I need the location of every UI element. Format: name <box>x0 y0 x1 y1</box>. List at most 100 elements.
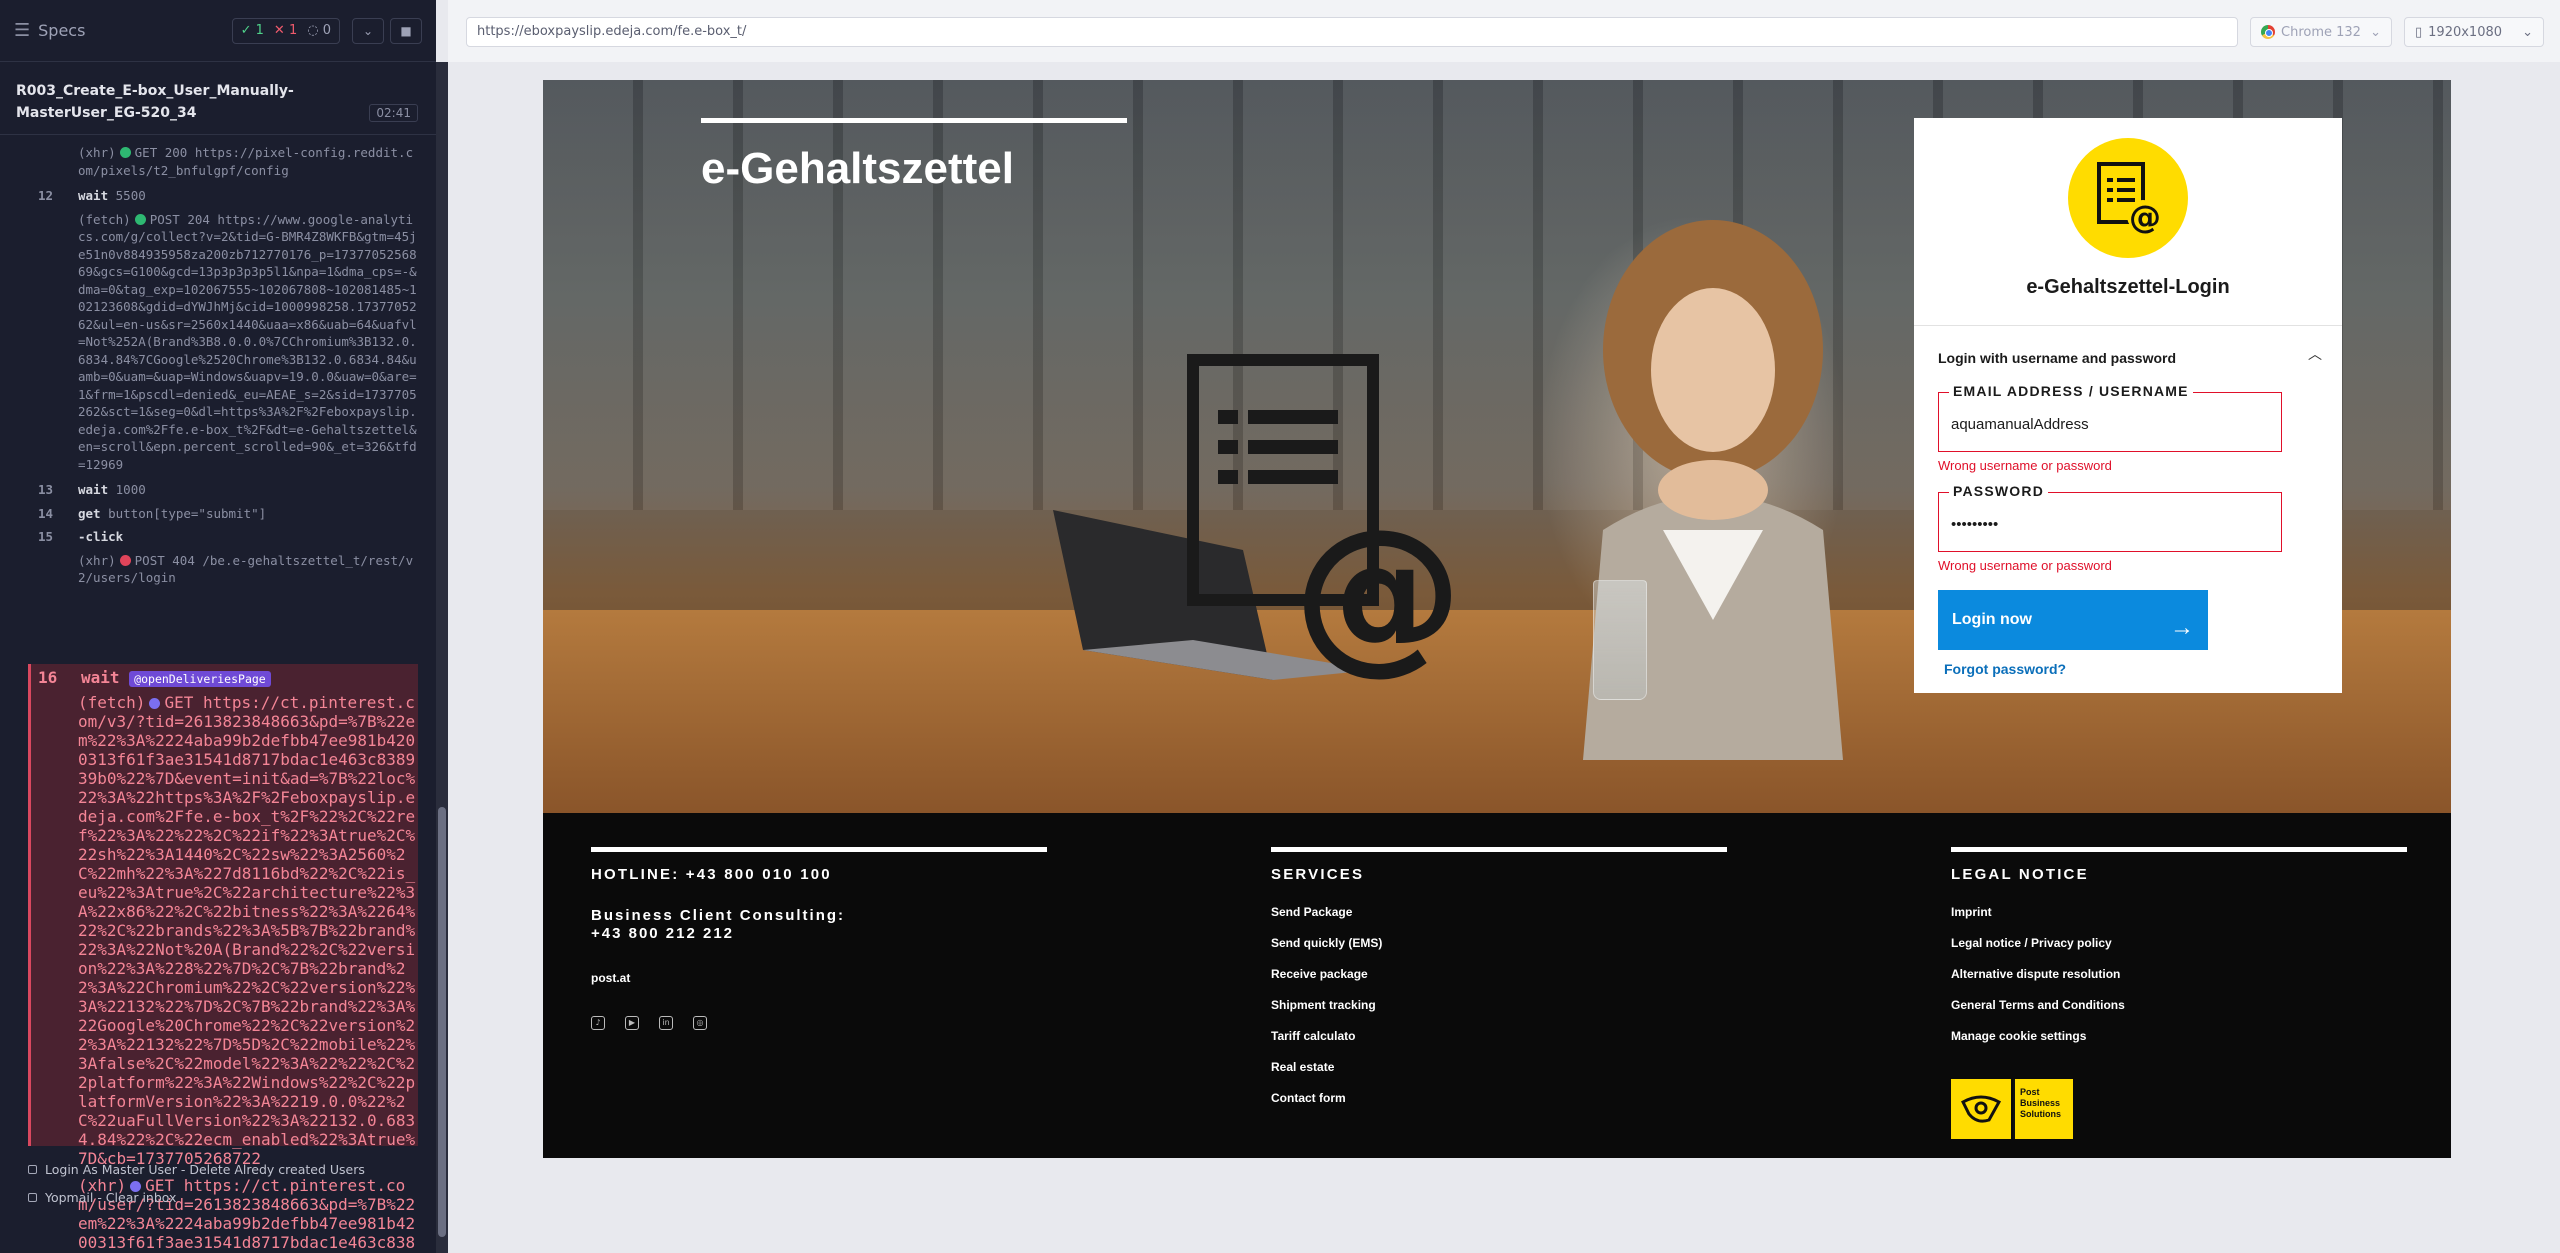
network-entry[interactable]: (xhr) GET https://ct.pinterest.com/user/?… <box>31 1176 418 1253</box>
footer-legal-link[interactable]: Alternative dispute resolution <box>1951 959 2407 990</box>
stop-button[interactable]: ■ <box>390 17 422 44</box>
specs-list-icon[interactable]: ☰ <box>14 20 30 41</box>
viewport-icon: ▯ <box>2415 24 2423 40</box>
request-type: (xhr) <box>78 552 116 568</box>
footer-rule <box>1271 847 1727 852</box>
hero-image: @ e-Gehaltszettel @ e-Gehaltszettel-Logi… <box>543 80 2451 813</box>
browser-name: Chrome 132 <box>2281 24 2361 40</box>
runner-header: ☰ Specs ✓ 1 ✕ 1 ◌ 0 ⌄ ■ <box>0 0 436 62</box>
command-line[interactable]: 12 wait 5500 <box>28 187 418 205</box>
alias-badge: @openDeliveriesPage <box>129 671 271 687</box>
status-dot-icon <box>119 147 131 158</box>
command-name: -click <box>78 529 124 544</box>
command-line[interactable]: 14 get button[type="submit"] <box>28 505 418 523</box>
password-label: PASSWORD <box>1949 483 2049 499</box>
request-type: (fetch) <box>78 211 131 227</box>
svg-text:@: @ <box>1293 493 1453 680</box>
spec-duration: 02:41 <box>369 104 418 122</box>
line-number: 12 <box>38 188 54 203</box>
email-input[interactable] <box>1951 411 2261 437</box>
run-stats: ✓ 1 ✕ 1 ◌ 0 <box>231 17 340 44</box>
chevron-up-icon[interactable]: ︿ <box>2308 344 2322 364</box>
network-entry[interactable]: (xhr) POST 404 /be.e-gehaltszettel_t/rest… <box>28 552 418 587</box>
post-logo[interactable]: Post Business Solutions <box>1951 1079 2073 1139</box>
water-glass <box>1593 580 1647 700</box>
hero-rule <box>701 118 1127 123</box>
line-number: 14 <box>38 505 54 521</box>
runner-scrollbar[interactable] <box>436 62 448 1253</box>
footer-service-link[interactable]: Contact form <box>1271 1083 1727 1114</box>
command-line[interactable]: 16 wait @openDeliveriesPage <box>31 668 418 687</box>
active-command[interactable]: 16 wait @openDeliveriesPage (fetch) GET htt… <box>28 664 418 1253</box>
viewport-selector[interactable]: ▯ 1920x1080 ⌄ <box>2404 17 2544 47</box>
status-dot-icon <box>134 213 146 225</box>
command-arg: 5500 <box>115 188 146 203</box>
footer-service-link[interactable]: Receive package <box>1271 959 1727 990</box>
legal-title: LEGAL NOTICE <box>1951 866 2089 883</box>
browser-selector[interactable]: Chrome 132 ⌄ <box>2250 17 2392 47</box>
spec-header: R003_Create_E-box_User_Manually-MasterUs… <box>0 62 436 135</box>
instagram-icon[interactable]: ◎ <box>693 1016 707 1030</box>
pending-count-value: 0 <box>322 23 331 38</box>
passed-count-value: 1 <box>255 23 264 38</box>
social-links: ♪ ▶ in ◎ <box>591 1016 1047 1030</box>
chevron-down-icon[interactable]: ⌄ <box>352 17 384 44</box>
tiktok-icon[interactable]: ♪ <box>591 1016 605 1030</box>
request-text: GET https://ct.pinterest.com/v3/?tid=261… <box>78 693 416 1168</box>
footer-service-link[interactable]: Send quickly (EMS) <box>1271 928 1727 959</box>
chevron-down-icon: ⌄ <box>2370 24 2381 40</box>
url-bar[interactable]: https://eboxpayslip.edeja.com/fe.e-box_t… <box>466 17 2238 47</box>
request-text: POST 204 https://www.google-analytics.co… <box>78 211 417 472</box>
footer-service-link[interactable]: Shipment tracking <box>1271 990 1727 1021</box>
request-type: (xhr) <box>78 145 116 160</box>
footer-contact: HOTLINE: +43 800 010 100 Business Client… <box>591 847 1047 1030</box>
document-at-icon: @ <box>1187 354 1453 680</box>
login-button-label: Login now <box>1952 611 2032 628</box>
footer-legal-link[interactable]: Manage cookie settings <box>1951 1021 2407 1052</box>
command-line[interactable]: 15 -click <box>28 528 418 546</box>
post-horn-icon <box>1951 1079 2011 1139</box>
legal-list: Imprint Legal notice / Privacy policy Alte… <box>1951 897 2407 1052</box>
linkedin-icon[interactable]: in <box>659 1016 673 1030</box>
password-error: Wrong username or password <box>1938 558 2112 573</box>
status-dot-icon <box>119 554 131 566</box>
command-name: wait <box>78 482 109 497</box>
spec-item-label: Login As Master User - Delete Alredy cre… <box>45 1162 365 1177</box>
command-line[interactable]: 13 wait 1000 <box>28 481 418 499</box>
footer-service-link[interactable]: Tariff calculato <box>1271 1021 1727 1052</box>
password-input[interactable] <box>1951 511 2261 537</box>
spec-item[interactable]: Yopmail - Clear inbox <box>28 1190 176 1205</box>
chrome-icon <box>2261 25 2275 39</box>
failed-count-value: 1 <box>288 23 298 38</box>
scroll-thumb[interactable] <box>438 807 446 1237</box>
arrow-right-icon: → <box>2170 614 2194 641</box>
line-number: 15 <box>38 529 54 544</box>
network-entry[interactable]: (fetch) GET https://ct.pinterest.com/v3/?… <box>31 693 418 1168</box>
spec-item[interactable]: Login As Master User - Delete Alredy cre… <box>28 1162 365 1177</box>
checkbox-icon <box>28 1193 37 1202</box>
payslip-logo-icon: @ <box>2068 138 2188 258</box>
spec-title[interactable]: R003_Create_E-box_User_Manually-MasterUs… <box>16 80 366 124</box>
login-button[interactable]: Login now → <box>1938 590 2208 650</box>
divider <box>1914 325 2342 326</box>
specs-label[interactable]: Specs <box>38 21 85 40</box>
command-name: get <box>78 505 101 521</box>
request-type: (fetch) <box>78 693 146 712</box>
forgot-password-link[interactable]: Forgot password? <box>1944 661 2066 677</box>
footer-legal-link[interactable]: General Terms and Conditions <box>1951 990 2407 1021</box>
network-entry[interactable]: (xhr) GET 200 https://pixel-config.reddit… <box>28 144 418 179</box>
footer-service-link[interactable]: Real estate <box>1271 1052 1727 1083</box>
footer-service-link[interactable]: Send Package <box>1271 897 1727 928</box>
footer-legal-link[interactable]: Legal notice / Privacy policy <box>1951 928 2407 959</box>
footer-rule <box>1951 847 2407 852</box>
post-at-link[interactable]: post.at <box>591 963 1047 994</box>
youtube-icon[interactable]: ▶ <box>625 1016 639 1030</box>
footer-legal-link[interactable]: Imprint <box>1951 897 2407 928</box>
app-frame: @ e-Gehaltszettel @ e-Gehaltszettel-Logi… <box>543 80 2451 1158</box>
footer-services: SERVICES Send Package Send quickly (EMS) R… <box>1271 847 1727 1114</box>
login-section-label[interactable]: Login with username and password <box>1938 350 2176 366</box>
network-entry[interactable]: (fetch) POST 204 https://www.google-analy… <box>28 211 418 474</box>
command-name: wait <box>81 668 120 687</box>
consulting-phone: +43 800 212 212 <box>591 925 735 942</box>
pending-count: ◌ 0 <box>307 23 331 38</box>
